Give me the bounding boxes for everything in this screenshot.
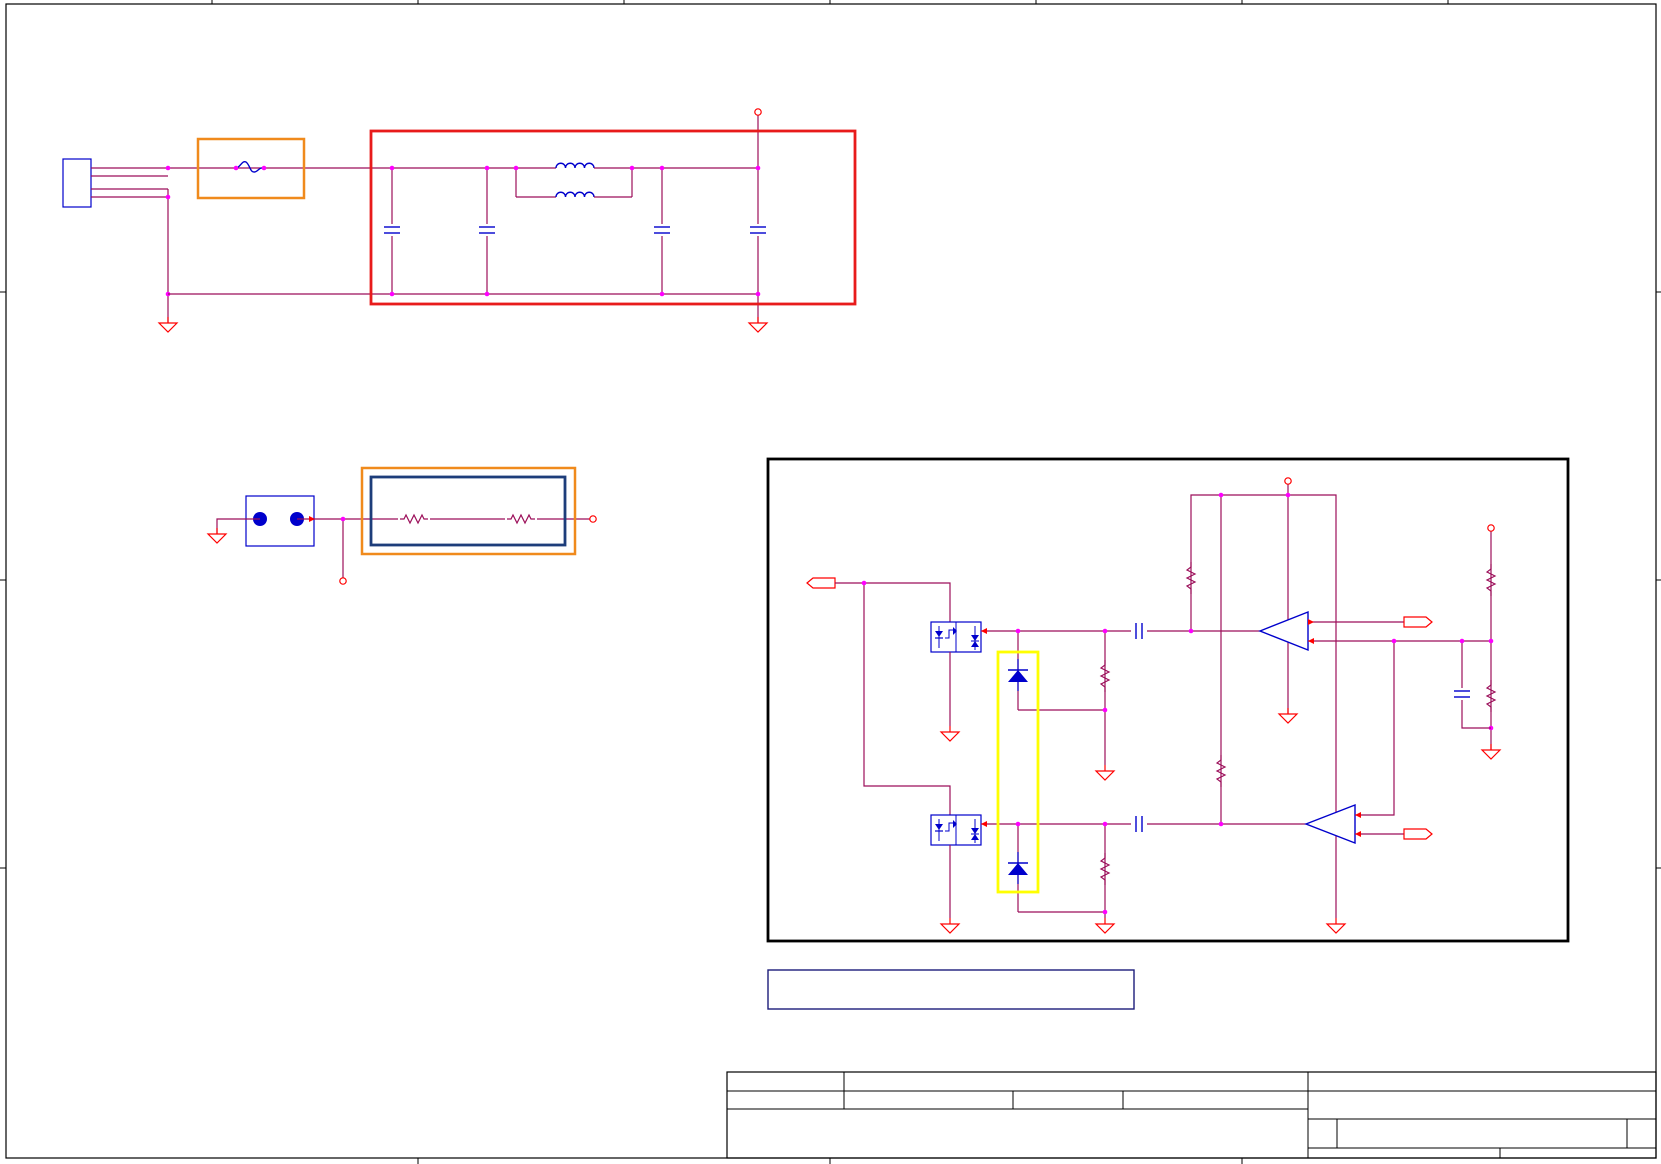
power-port-icon	[1487, 524, 1495, 532]
power-input-section	[62, 108, 857, 333]
power-port-icon	[589, 515, 597, 523]
title-block	[726, 1071, 1657, 1159]
ground-icon	[1095, 764, 1115, 781]
net-port-icon	[1403, 828, 1433, 840]
ground-icon	[1326, 917, 1346, 934]
signal-conditioning-section	[766, 457, 1570, 943]
ground-icon	[1278, 707, 1298, 724]
block-frame	[766, 457, 1570, 943]
opamp-icon	[1258, 610, 1309, 652]
opamp-icon	[1304, 803, 1356, 845]
ground-icon	[1481, 743, 1501, 760]
net-port-icon	[1403, 616, 1433, 628]
power-port-icon	[754, 108, 762, 116]
jack-section	[207, 466, 597, 585]
power-port-icon	[1284, 477, 1292, 485]
net-port-icon	[806, 577, 836, 589]
schematic-sheet	[0, 0, 1661, 1164]
tvs-diode-icon	[1007, 851, 1029, 885]
connector-icon	[62, 158, 92, 208]
fuse-icon	[235, 161, 264, 173]
resistor-outer-highlight-box	[360, 466, 577, 556]
optocoupler-icon	[930, 814, 982, 846]
ground-icon	[940, 725, 960, 742]
power-port-icon	[339, 577, 347, 585]
tvs-diode-icon	[1007, 658, 1029, 692]
ground-icon	[748, 316, 768, 333]
resistor-inner-highlight-box	[369, 475, 567, 547]
ground-icon	[940, 917, 960, 934]
optocoupler-icon	[930, 621, 982, 653]
ground-icon	[207, 527, 227, 544]
note-box	[767, 969, 1135, 1010]
inductor-icon	[555, 191, 595, 198]
inductor-icon	[555, 162, 595, 169]
schematic-canvas	[0, 0, 1661, 1164]
ground-icon	[1095, 917, 1115, 934]
filter-highlight-box	[369, 129, 857, 306]
ground-icon	[158, 316, 178, 333]
